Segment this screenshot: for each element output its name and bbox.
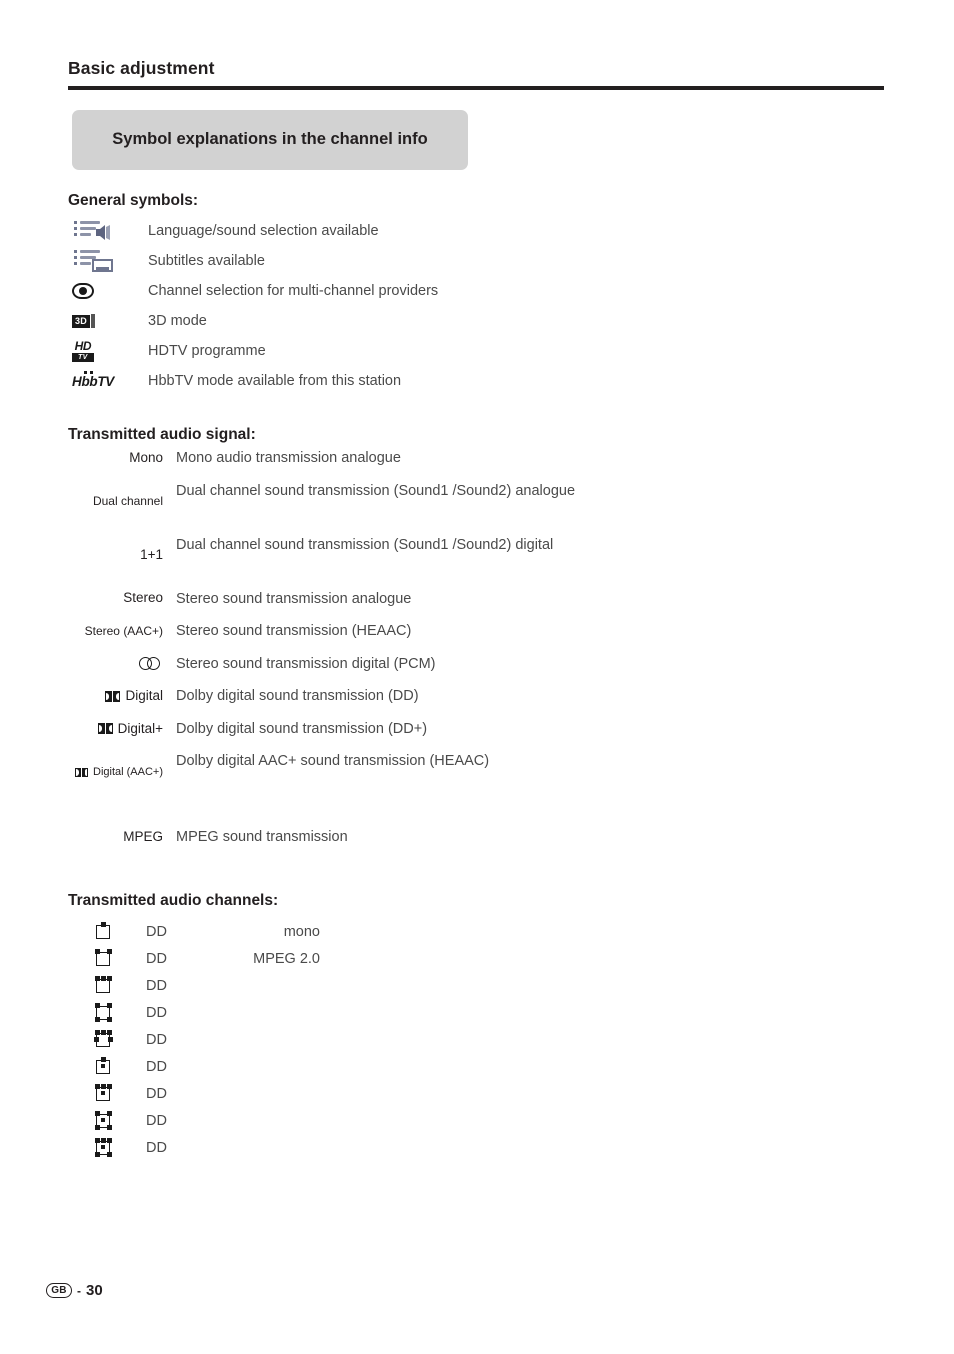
page-number: 30 <box>86 1282 103 1299</box>
row-term: Digital <box>125 688 163 704</box>
speaker-layout-3front-icon <box>68 976 138 995</box>
row-description: MPEG sound transmission <box>176 829 348 846</box>
row-term: MPEG <box>123 829 163 845</box>
table-row: DD <box>68 1026 488 1053</box>
language-sound-list-speaker-icon <box>68 216 148 246</box>
dolby-double-d-icon <box>97 723 113 735</box>
dolby-double-d-icon <box>105 690 121 702</box>
hbbtv-logo-icon: HbbTV <box>68 370 148 389</box>
general-symbols-list: Language/sound selection available Subti… <box>68 216 668 396</box>
row-note: MPEG 2.0 <box>253 950 320 967</box>
table-row: DD <box>68 1107 488 1134</box>
page-footer: GB - 30 <box>46 1282 103 1299</box>
row-codec: DD <box>146 1004 167 1021</box>
title-divider <box>68 86 884 90</box>
list-item-label: Channel selection for multi-channel prov… <box>148 283 439 299</box>
audio-channels-table: DD mono DD MPEG 2.0 DD DD DD DD DD DD DD <box>68 918 488 1161</box>
section-banner: Symbol explanations in the channel info <box>72 110 468 170</box>
row-term: Stereo (AAC+) <box>84 624 163 639</box>
speaker-layout-3front-side-icon <box>68 1030 138 1049</box>
list-item-label: Language/sound selection available <box>148 223 379 239</box>
list-item: HD TV HDTV programme <box>68 336 668 366</box>
row-codec: DD <box>146 1058 167 1075</box>
list-item-label: Subtitles available <box>148 253 265 269</box>
speaker-layout-51-icon <box>68 1138 138 1157</box>
hdtv-badge-icon: HD TV <box>68 340 148 363</box>
table-row: MPEG MPEG sound transmission <box>68 827 628 848</box>
speaker-layout-stereo-icon <box>68 949 138 968</box>
row-term-symbol <box>68 654 163 674</box>
row-term: Digital (AAC+) <box>93 766 163 779</box>
table-row: DD <box>68 1080 488 1107</box>
table-row: DD <box>68 999 488 1026</box>
speaker-layout-mono-icon <box>68 922 138 941</box>
row-description: Dolby digital sound transmission (DD+) <box>176 720 428 737</box>
speaker-layout-quad-icon <box>68 1003 138 1022</box>
row-term-symbol: Digital+ <box>68 719 163 739</box>
row-term: Stereo <box>123 590 163 606</box>
row-term: Digital+ <box>117 720 163 736</box>
table-row: Mono Mono audio transmission analogue <box>68 448 628 469</box>
list-item-label: HbbTV mode available from this station <box>148 373 402 389</box>
row-term: Dual channel <box>92 494 163 509</box>
row-description: Stereo sound transmission digital (PCM) <box>176 655 436 672</box>
row-codec: DD <box>146 1139 167 1156</box>
list-item: Channel selection for multi-channel prov… <box>68 276 668 306</box>
row-term: 1+1 <box>140 547 163 563</box>
list-item: Language/sound selection available <box>68 216 668 246</box>
table-row: Stereo Stereo sound transmission analogu… <box>68 589 628 610</box>
row-term-symbol: Digital <box>68 686 163 706</box>
list-item: Subtitles available <box>68 246 668 276</box>
region-code-badge: GB <box>46 1283 72 1298</box>
row-description: Stereo sound transmission (HEAAC) <box>176 623 412 640</box>
table-row-spacer <box>68 805 628 827</box>
speaker-layout-center-icon <box>68 1057 138 1076</box>
table-row: DD MPEG 2.0 <box>68 945 488 972</box>
row-description: Dual channel sound transmission (Sound1 … <box>176 536 554 553</box>
row-term-symbol: Digital (AAC+) <box>68 751 163 793</box>
eye-icon <box>68 283 148 299</box>
page-title: Basic adjustment <box>68 58 215 78</box>
table-row: 1+1 Dual channel sound transmission (Sou… <box>68 535 628 577</box>
row-term: Mono <box>129 449 163 465</box>
row-codec: DD <box>146 1085 167 1102</box>
table-row: Dual channel Dual channel sound transmis… <box>68 481 628 523</box>
row-description: Dual channel sound transmission (Sound1 … <box>176 482 576 499</box>
speaker-layout-quad-lfe-icon <box>68 1111 138 1130</box>
table-row: Digital Dolby digital sound transmission… <box>68 686 628 707</box>
speaker-layout-3front-lfe-icon <box>68 1084 138 1103</box>
dolby-double-d-icon <box>75 767 88 778</box>
row-codec: DD <box>146 923 167 940</box>
table-row: Stereo sound transmission digital (PCM) <box>68 654 628 675</box>
pcm-double-circle-icon <box>139 657 163 671</box>
row-description: Dolby digital sound transmission (DD) <box>176 688 419 705</box>
heading-audio-channels: Transmitted audio channels: <box>68 892 279 909</box>
list-item: 3D 3D mode <box>68 306 668 336</box>
table-row: Digital (AAC+) Dolby digital AAC+ sound … <box>68 751 628 793</box>
list-item-label: HDTV programme <box>148 343 266 359</box>
subtitles-list-box-icon <box>68 246 148 276</box>
row-codec: DD <box>146 1112 167 1129</box>
table-row: DD <box>68 1053 488 1080</box>
row-description: Stereo sound transmission analogue <box>176 590 412 607</box>
row-description: Dolby digital AAC+ sound transmission (H… <box>176 753 490 770</box>
list-item: HbbTV HbbTV mode available from this sta… <box>68 366 668 396</box>
row-note: mono <box>283 923 320 940</box>
row-description: Mono audio transmission analogue <box>176 450 401 466</box>
row-codec: DD <box>146 1031 167 1048</box>
footer-separator: - <box>77 1283 81 1298</box>
table-row: Stereo (AAC+) Stereo sound transmission … <box>68 621 628 642</box>
heading-general-symbols: General symbols: <box>68 192 199 209</box>
3d-mode-badge-icon: 3D <box>68 314 148 328</box>
audio-signal-table: Mono Mono audio transmission analogue Du… <box>68 448 628 860</box>
section-banner-title: Symbol explanations in the channel info <box>112 130 428 149</box>
row-codec: DD <box>146 950 167 967</box>
table-row: Digital+ Dolby digital sound transmissio… <box>68 719 628 740</box>
list-item-label: 3D mode <box>148 313 207 329</box>
table-row: DD <box>68 1134 488 1161</box>
heading-audio-signal: Transmitted audio signal: <box>68 426 256 443</box>
table-row: DD mono <box>68 918 488 945</box>
row-codec: DD <box>146 977 167 994</box>
table-row: DD <box>68 972 488 999</box>
